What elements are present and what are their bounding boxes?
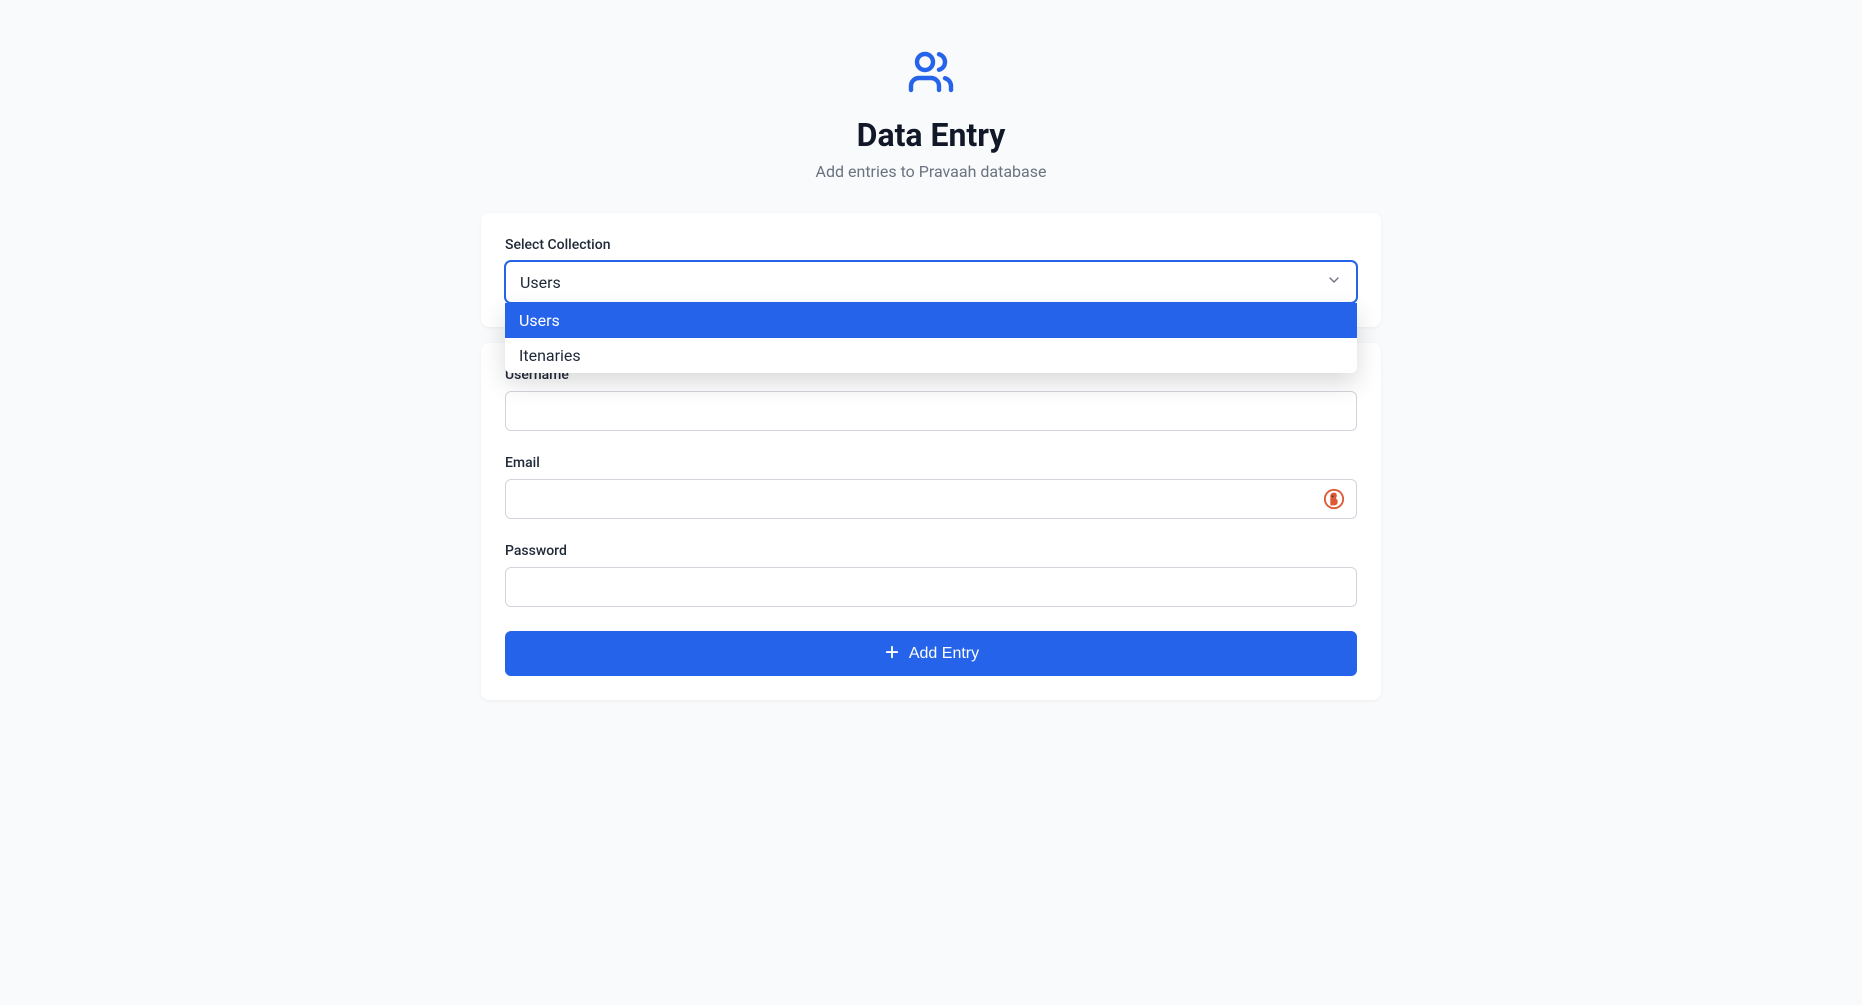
add-entry-label: Add Entry [909, 645, 979, 663]
username-input[interactable] [505, 391, 1357, 431]
page-header: Data Entry Add entries to Pravaah databa… [481, 48, 1381, 181]
email-label: Email [505, 455, 1357, 471]
add-entry-button[interactable]: Add Entry [505, 631, 1357, 676]
duckduckgo-icon[interactable] [1323, 488, 1345, 510]
page-title: Data Entry [481, 116, 1381, 154]
dropdown-option-users[interactable]: Users [505, 303, 1357, 338]
plus-icon [883, 643, 901, 664]
password-input[interactable] [505, 567, 1357, 607]
email-input[interactable] [505, 479, 1357, 519]
form-card: Username Email Password [481, 343, 1381, 700]
page-subtitle: Add entries to Pravaah database [481, 162, 1381, 181]
collection-select[interactable]: Users [505, 261, 1357, 303]
password-label: Password [505, 543, 1357, 559]
collection-label: Select Collection [505, 237, 1357, 253]
collection-selected-value: Users [520, 273, 561, 292]
users-icon [907, 48, 955, 100]
collection-card: Select Collection Users Users Itenaries [481, 213, 1381, 327]
dropdown-option-itenaries[interactable]: Itenaries [505, 338, 1357, 373]
collection-dropdown: Users Itenaries [505, 303, 1357, 373]
chevron-down-icon [1326, 272, 1342, 292]
